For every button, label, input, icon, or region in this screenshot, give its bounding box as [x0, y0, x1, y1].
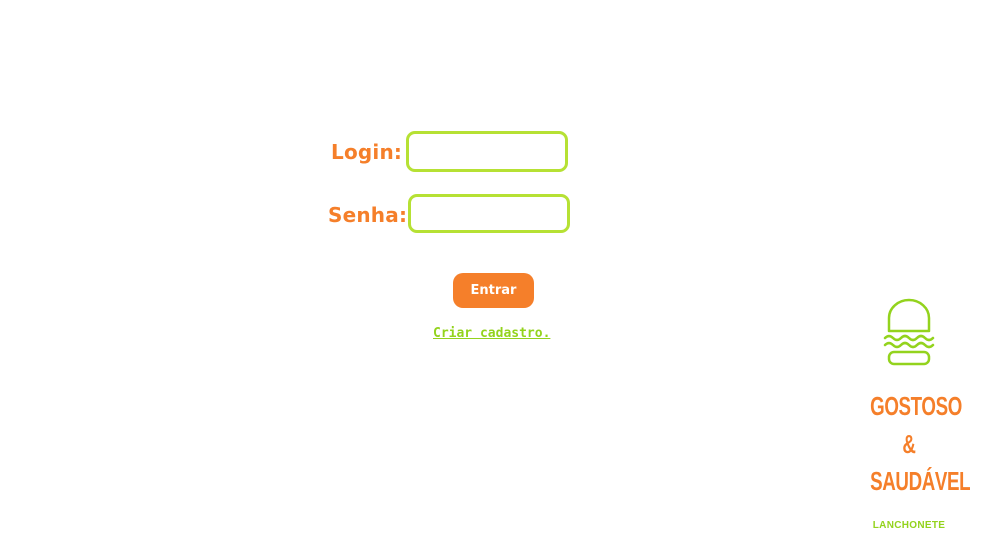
brand-name-line1: GOSTOSO	[870, 391, 962, 421]
password-label: Senha:	[328, 203, 408, 227]
login-label: Login:	[331, 140, 403, 164]
create-account-link[interactable]: Criar cadastro.	[433, 326, 550, 341]
login-input[interactable]	[406, 131, 568, 172]
brand-name-line3: SAUDÁVEL	[870, 466, 971, 496]
brand-logo: GOSTOSO & SAUDÁVEL LANCHONETE	[855, 298, 971, 538]
enter-button[interactable]: Entrar	[453, 273, 534, 308]
burger-icon	[883, 298, 935, 366]
password-input[interactable]	[408, 194, 570, 233]
brand-name-line2: &	[902, 429, 916, 459]
brand-tagline: LANCHONETE	[872, 520, 946, 531]
